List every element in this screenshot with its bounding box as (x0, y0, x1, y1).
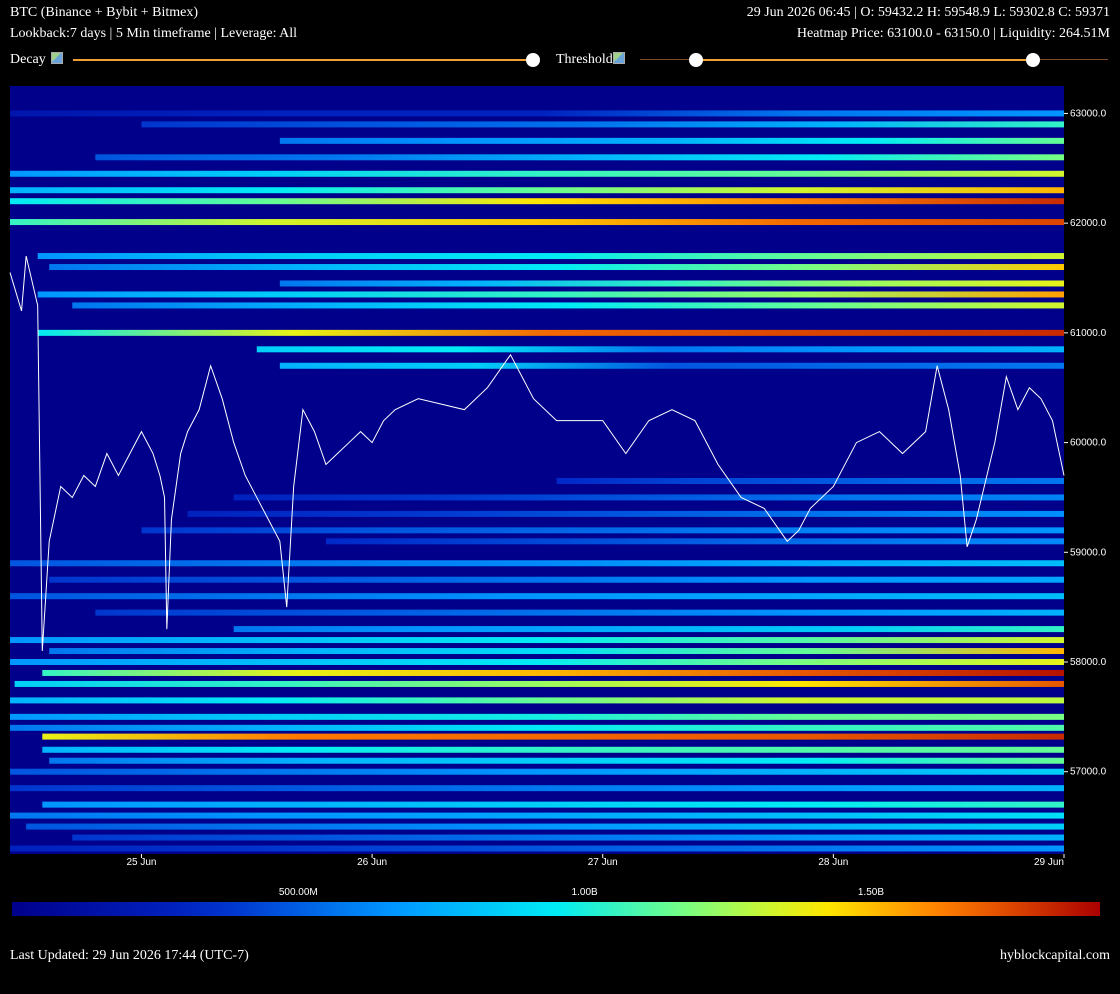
y-tick-label: 58000.0 (1070, 657, 1107, 668)
liquidity-band (37, 329, 1064, 336)
decay-slider-track[interactable] (73, 59, 533, 61)
heatmap-price-readout: Heatmap Price: 63100.0 - 63150.0 | Liqui… (796, 26, 1110, 41)
threshold-min-handle[interactable] (689, 53, 704, 67)
liquidity-band (10, 198, 1064, 205)
liquidity-band (14, 680, 1065, 687)
decay-slider-handle[interactable] (526, 53, 540, 67)
y-tick-label: 63000.0 (1070, 108, 1107, 119)
time-axis: 25 Jun 26 Jun 27 Jun 28 Jun 29 Jun (126, 854, 1065, 868)
y-tick-label: 59000.0 (1070, 547, 1107, 558)
threshold-max-handle[interactable] (1026, 53, 1041, 67)
y-tick-label: 62000.0 (1070, 218, 1107, 229)
liquidity-band (49, 576, 1064, 583)
liquidity-band (10, 768, 1064, 775)
liquidity-band (256, 346, 1064, 353)
decay-control: Decay (10, 52, 63, 68)
liquidity-band (95, 154, 1065, 161)
y-tick-label: 60000.0 (1070, 438, 1107, 449)
liquidity-band (37, 253, 1064, 260)
liquidity-band (26, 823, 1065, 830)
decay-info-icon[interactable] (50, 52, 63, 64)
liquidity-band (42, 733, 1065, 740)
liquidity-band (10, 845, 1064, 852)
x-tick-label: 27 Jun (588, 857, 618, 868)
chart-title: BTC (Binance + Bybit + Bitmex) (10, 5, 199, 20)
liquidity-band (141, 527, 1065, 534)
liquidation-heatmap-chart[interactable]: 57000.0 58000.0 59000.0 60000.0 61000.0 62000… (0, 80, 1120, 940)
liquidity-band (10, 659, 1064, 665)
colorbar-tick-label: 1.50B (858, 887, 884, 898)
liquidity-band (10, 219, 1064, 226)
liquidity-band (10, 724, 1064, 731)
liquidity-band (279, 362, 1065, 369)
liquidity-band (95, 609, 1065, 616)
liquidity-band (42, 801, 1065, 808)
settings-summary: Lookback:7 days | 5 Min timeframe | Leve… (10, 26, 298, 41)
threshold-info-icon[interactable] (612, 52, 625, 64)
liquidity-band (556, 477, 1064, 484)
liquidity-band (325, 538, 1064, 545)
liquidity-band (49, 757, 1064, 764)
liquidity-band (10, 785, 1064, 792)
x-tick-label: 29 Jun (1034, 857, 1064, 868)
threshold-slider-selected-range[interactable] (696, 59, 1034, 61)
liquidity-band (72, 834, 1064, 841)
liquidity-band (279, 137, 1065, 144)
liquidity-band (49, 648, 1064, 655)
liquidity-band (187, 510, 1064, 517)
liquidity-band (141, 121, 1065, 128)
liquidity-band (72, 302, 1064, 309)
colorbar-tick-label: 1.00B (572, 887, 598, 898)
x-tick-label: 25 Jun (126, 857, 156, 868)
x-tick-label: 26 Jun (357, 857, 387, 868)
liquidity-band (10, 560, 1064, 567)
liquidity-band (10, 812, 1064, 819)
threshold-control: Threshold (556, 52, 625, 68)
y-tick-label: 57000.0 (1070, 767, 1107, 778)
liquidity-band (10, 713, 1064, 720)
decay-label: Decay (10, 52, 46, 67)
site-link[interactable]: hyblockcapital.com (1000, 948, 1110, 964)
liquidity-band (233, 494, 1065, 501)
ohlc-readout: 29 Jun 2026 06:45 | O: 59432.2 H: 59548.… (746, 5, 1110, 20)
liquidity-band (37, 291, 1064, 298)
threshold-label: Threshold (556, 52, 613, 67)
liquidity-band (10, 170, 1064, 177)
last-updated-text: Last Updated: 29 Jun 2026 17:44 (UTC-7) (10, 948, 249, 963)
x-tick-label: 28 Jun (818, 857, 848, 868)
y-tick-label: 61000.0 (1070, 328, 1107, 339)
liquidity-band (10, 187, 1064, 194)
price-axis: 57000.0 58000.0 59000.0 60000.0 61000.0 62000… (1064, 108, 1107, 778)
liquidity-band (233, 626, 1065, 633)
liquidity-band (42, 746, 1065, 753)
liquidity-band (42, 669, 1065, 676)
liquidity-band (10, 637, 1064, 644)
liquidity-band (49, 264, 1064, 271)
liquidity-band (10, 697, 1064, 704)
colorbar-gradient (12, 902, 1100, 916)
liquidity-colorbar: 500.00M 1.00B 1.50B (12, 887, 1100, 916)
liquidity-band (279, 280, 1065, 287)
liquidity-band (10, 110, 1064, 117)
colorbar-tick-label: 500.00M (279, 887, 318, 898)
